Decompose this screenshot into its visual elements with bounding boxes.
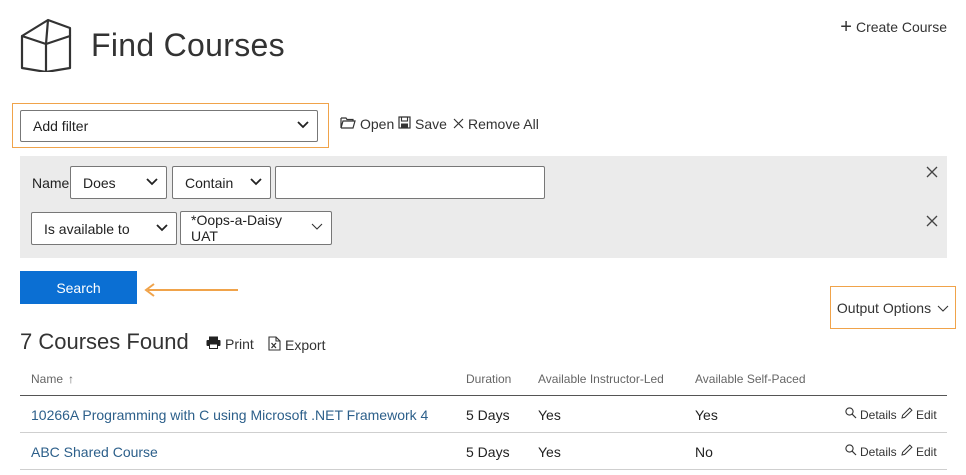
name-operator-select[interactable]: Does [70, 166, 167, 199]
course-duration: 5 Days [466, 444, 510, 460]
chevron-down-icon [297, 120, 309, 132]
course-name-link[interactable]: 10266A Programming with C using Microsof… [31, 407, 428, 423]
course-self-paced: No [695, 444, 713, 460]
output-options-button[interactable]: Output Options [830, 286, 956, 329]
course-name-link[interactable]: ABC Shared Course [31, 444, 158, 460]
chevron-down-icon [156, 223, 168, 235]
sort-ascending-icon: ↑ [68, 372, 75, 386]
details-button[interactable]: Details [845, 444, 897, 459]
print-button[interactable]: Print [206, 336, 254, 352]
remove-availability-filter-button[interactable] [926, 214, 938, 232]
course-instructor-led: Yes [538, 407, 561, 423]
book-icon [20, 18, 72, 77]
export-button[interactable]: Export [268, 336, 325, 354]
save-icon [398, 116, 411, 132]
edit-label: Edit [916, 444, 937, 459]
page-title: Find Courses [91, 27, 285, 63]
close-icon [926, 215, 938, 227]
availability-select[interactable]: Is available to [31, 212, 177, 245]
organization-value: *Oops-a-Daisy UAT [191, 212, 283, 244]
details-label: Details [860, 407, 897, 422]
column-header-self-paced[interactable]: Available Self-Paced [695, 372, 806, 386]
create-course-label: Create Course [855, 19, 947, 35]
export-label: Export [285, 337, 326, 353]
add-filter-value: Add filter [33, 118, 89, 134]
name-search-input[interactable] [275, 166, 545, 199]
excel-file-icon [268, 336, 281, 354]
arrow-left-annotation [142, 280, 242, 305]
results-count: 7 Courses Found [20, 329, 189, 354]
close-icon [926, 166, 938, 178]
column-header-instructor-led[interactable]: Available Instructor-Led [538, 372, 664, 386]
add-filter-select[interactable]: Add filter [20, 110, 318, 142]
save-label: Save [415, 116, 447, 132]
name-match-value: Contain [185, 174, 234, 191]
details-label: Details [860, 444, 897, 459]
remove-name-filter-button[interactable] [926, 165, 938, 183]
edit-button[interactable]: Edit [901, 407, 937, 422]
pencil-icon [901, 444, 913, 459]
row-divider [20, 469, 947, 470]
open-label: Open [360, 116, 395, 132]
name-match-select[interactable]: Contain [172, 166, 271, 199]
chevron-down-icon [146, 177, 158, 189]
pencil-icon [901, 407, 913, 422]
save-button[interactable]: Save [398, 116, 447, 132]
organization-select[interactable]: *Oops-a-Daisy UAT [180, 211, 332, 245]
output-options-label: Output Options [836, 299, 932, 316]
chevron-down-icon [311, 222, 323, 234]
print-label: Print [225, 336, 254, 352]
chevron-down-icon [937, 300, 949, 316]
name-operator-value: Does [83, 174, 116, 191]
plus-icon: + [840, 16, 852, 38]
course-instructor-led: Yes [538, 444, 561, 460]
column-header-name[interactable]: Name ↑ [31, 372, 74, 386]
close-icon [453, 116, 464, 132]
edit-button[interactable]: Edit [901, 444, 937, 459]
search-button[interactable]: Search [20, 271, 137, 304]
column-header-label: Name [31, 372, 64, 386]
edit-label: Edit [916, 407, 937, 422]
course-self-paced: Yes [695, 407, 718, 423]
chevron-down-icon [250, 177, 262, 189]
table-header-divider [20, 395, 947, 396]
create-course-button[interactable]: + Create Course [840, 17, 947, 37]
open-button[interactable]: Open [340, 116, 394, 132]
name-filter-label: Name [32, 175, 70, 191]
availability-value: Is available to [44, 220, 130, 237]
magnifier-icon [845, 444, 857, 459]
remove-all-label: Remove All [468, 116, 539, 132]
printer-icon [206, 336, 221, 352]
remove-all-button[interactable]: Remove All [453, 116, 539, 132]
column-header-duration[interactable]: Duration [466, 372, 511, 386]
course-duration: 5 Days [466, 407, 510, 423]
details-button[interactable]: Details [845, 407, 897, 422]
magnifier-icon [845, 407, 857, 422]
row-divider [20, 432, 947, 433]
folder-open-icon [340, 116, 356, 132]
